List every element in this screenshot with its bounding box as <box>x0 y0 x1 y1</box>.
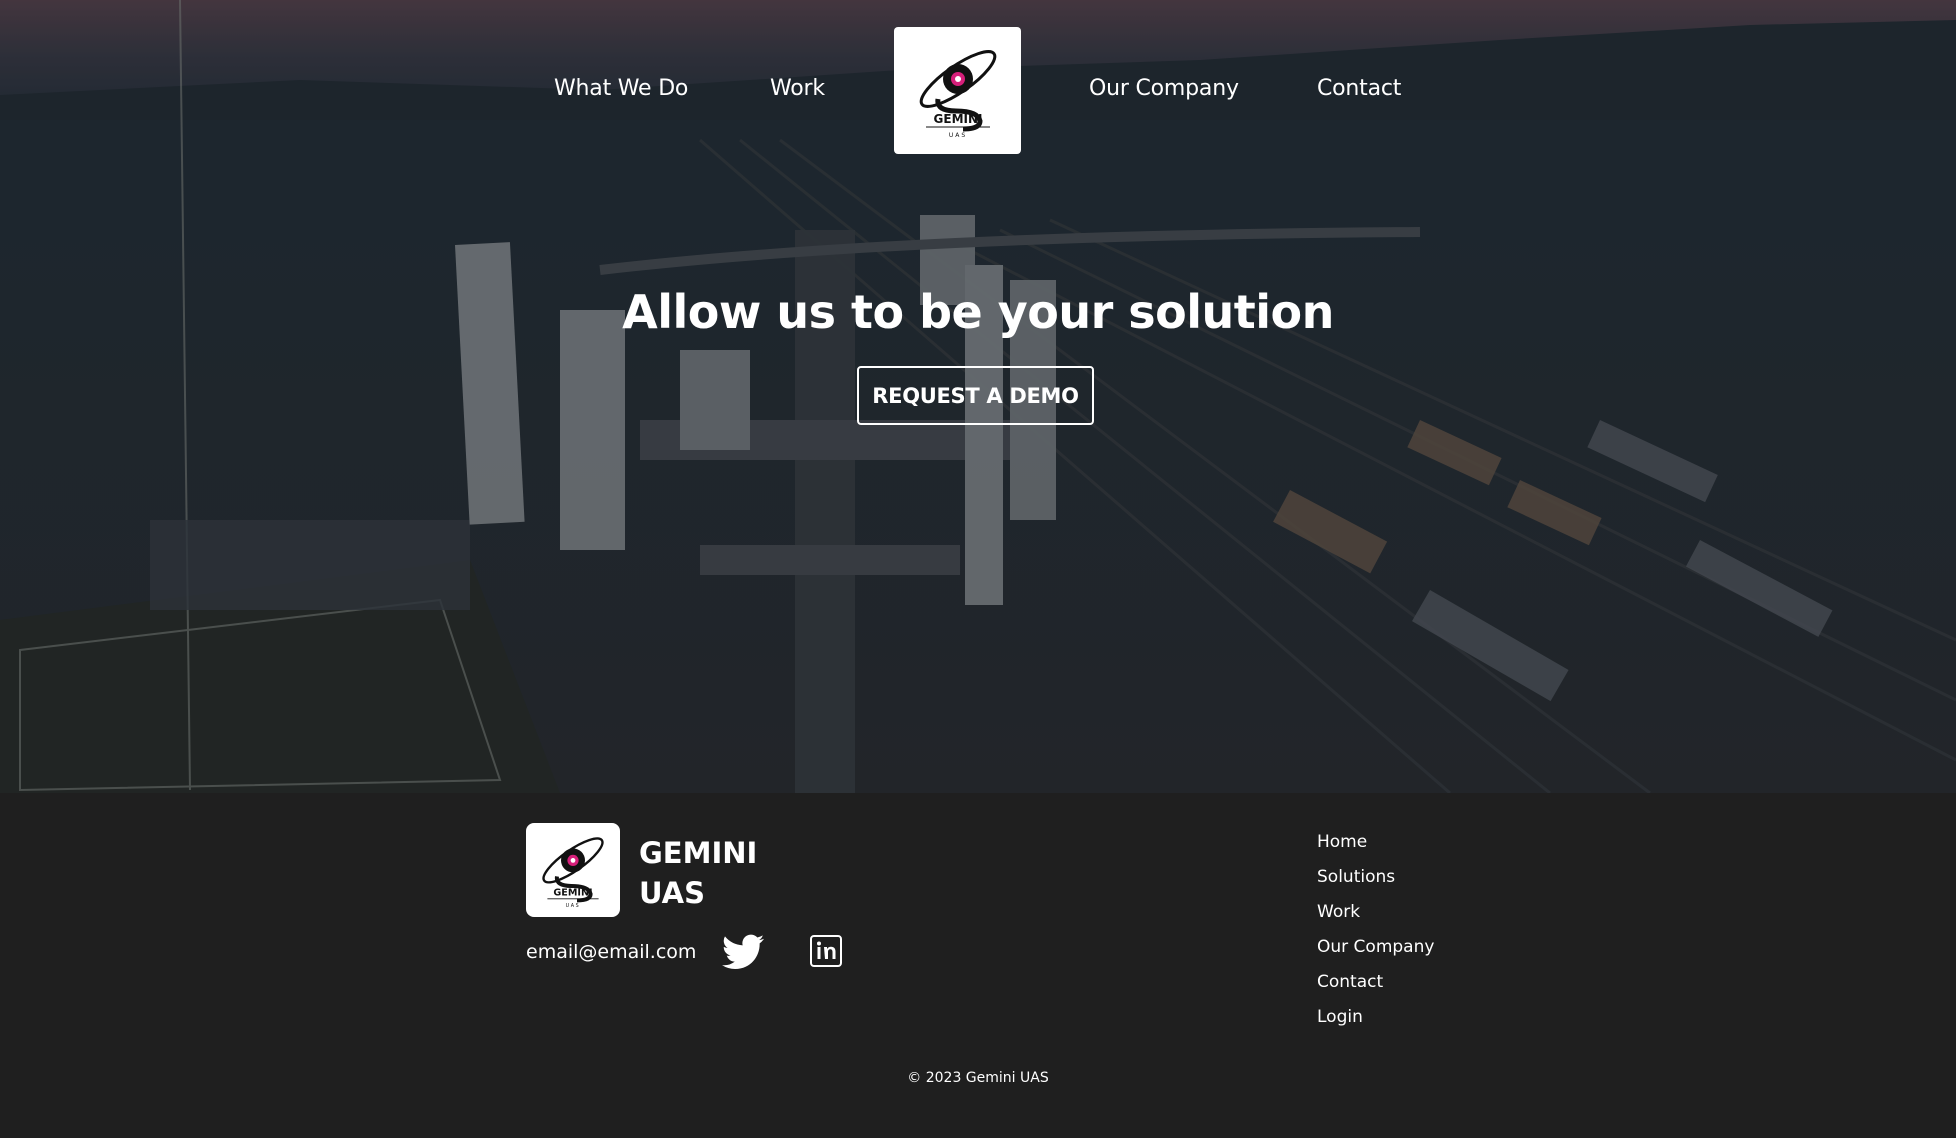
footer-nav: Home Solutions Work Our Company Contact … <box>1317 825 1434 1035</box>
copyright-text: © 2023 Gemini UAS <box>907 1070 1049 1086</box>
nav-link-contact[interactable]: Contact <box>1317 76 1401 101</box>
footer-link-login[interactable]: Login <box>1317 1000 1434 1035</box>
nav-link-work[interactable]: Work <box>770 76 825 101</box>
site-footer: GEMINI UAS GEMINI UAS email@email.com Ho… <box>0 793 1956 1138</box>
footer-email-link[interactable]: email@email.com <box>526 941 696 963</box>
footer-link-home[interactable]: Home <box>1317 825 1434 860</box>
svg-text:GEMINI: GEMINI <box>553 888 592 899</box>
footer-link-our-company[interactable]: Our Company <box>1317 930 1434 965</box>
brand-line-1: GEMINI <box>639 836 758 870</box>
twitter-icon[interactable] <box>722 934 764 970</box>
footer-link-contact[interactable]: Contact <box>1317 965 1434 1000</box>
main-nav: What We Do Work GEMINI UAS Our Company C… <box>0 0 1956 160</box>
gemini-logo-icon: GEMINI UAS <box>919 49 996 139</box>
svg-text:UAS: UAS <box>566 903 581 909</box>
svg-text:UAS: UAS <box>948 132 966 139</box>
svg-text:GEMINI: GEMINI <box>933 112 982 126</box>
hero-section: What We Do Work GEMINI UAS Our Company C… <box>0 0 1956 793</box>
brand-line-2: UAS <box>639 876 705 910</box>
linkedin-icon[interactable] <box>809 934 843 968</box>
request-demo-button[interactable]: REQUEST A DEMO <box>857 366 1094 425</box>
footer-link-work[interactable]: Work <box>1317 895 1434 930</box>
hero-title: Allow us to be your solution <box>622 285 1334 339</box>
gemini-logo-icon: GEMINI UAS <box>542 837 604 909</box>
footer-brand-name: GEMINI UAS <box>639 833 757 913</box>
footer-logo[interactable]: GEMINI UAS <box>526 823 620 917</box>
nav-link-what-we-do[interactable]: What We Do <box>554 76 688 101</box>
nav-link-our-company[interactable]: Our Company <box>1089 76 1239 101</box>
nav-logo[interactable]: GEMINI UAS <box>894 27 1021 154</box>
footer-link-solutions[interactable]: Solutions <box>1317 860 1434 895</box>
